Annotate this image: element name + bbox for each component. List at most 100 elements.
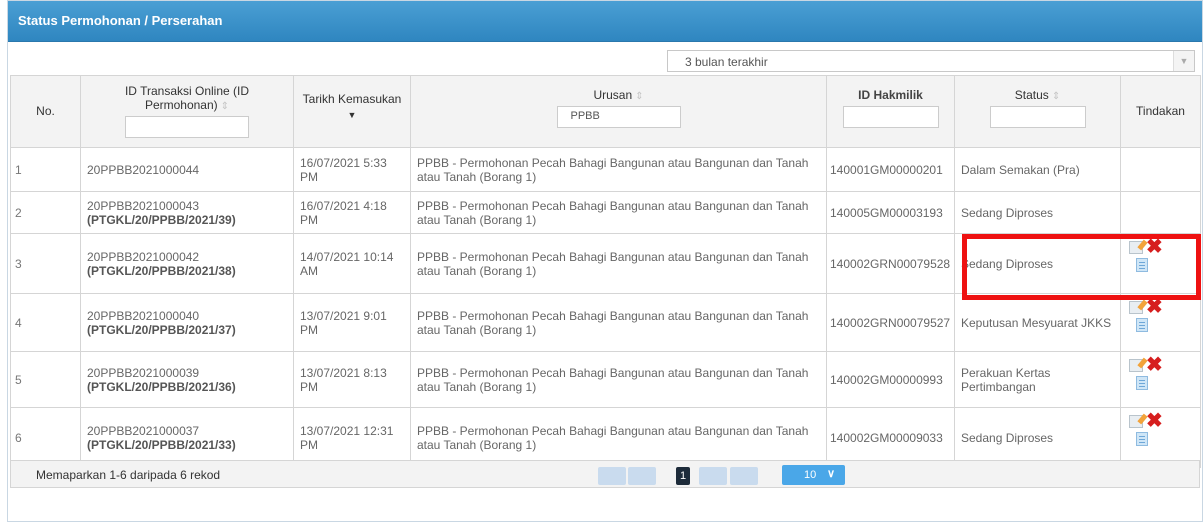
application-id: 20PPBB2021000043 <box>87 198 200 213</box>
delete-icon[interactable]: ✖ <box>1146 411 1163 431</box>
copy-icon[interactable] <box>1136 376 1148 390</box>
filter-urusan-input[interactable]: PPBB <box>556 106 681 128</box>
cell-no: 2 <box>10 191 81 234</box>
cell-hakmilik: 140005GM00003193 <box>826 191 955 234</box>
col-header-tindakan: Tindakan <box>1120 75 1201 148</box>
cell-no: 3 <box>10 233 81 294</box>
col-header-status-label: Status <box>1014 88 1049 102</box>
page-size-select[interactable]: 10 ∨ <box>782 465 845 485</box>
application-id: 20PPBB2021000044 <box>87 162 200 177</box>
col-header-hakmilik: ID Hakmilik <box>826 75 955 148</box>
edit-icon[interactable] <box>1129 359 1143 372</box>
reference-number: (PTGKL/20/PPBB/2021/38) <box>87 263 236 278</box>
col-header-no: No. <box>10 75 81 148</box>
cell-urusan: PPBB - Permohonan Pecah Bahagi Bangunan … <box>410 351 827 408</box>
application-id: 20PPBB2021000037 <box>87 423 200 438</box>
cell-no: 6 <box>10 407 81 468</box>
table-footer: Memaparkan 1-6 daripada 6 rekod 1 10 ∨ <box>10 460 1200 488</box>
cell-hakmilik: 140002GM00009033 <box>826 407 955 468</box>
delete-icon[interactable]: ✖ <box>1146 355 1163 375</box>
next-page-button[interactable] <box>699 467 727 485</box>
cell-urusan: PPBB - Permohonan Pecah Bahagi Bangunan … <box>410 407 827 468</box>
sort-desc-icon[interactable]: ▼ <box>295 110 409 120</box>
table-row: 4 20PPBB2021000040 (PTGKL/20/PPBB/2021/37)… <box>10 293 1201 352</box>
period-select[interactable]: 3 bulan terakhir ▼ <box>667 50 1195 72</box>
cell-no: 5 <box>10 351 81 408</box>
highlight-box <box>962 234 1201 300</box>
cell-id: 20PPBB2021000043 (PTGKL/20/PPBB/2021/39) <box>80 191 294 234</box>
col-header-id-label: ID Transaksi Online (ID Permohonan) <box>124 84 250 112</box>
cell-status: Keputusan Mesyuarat JKKS <box>954 293 1121 352</box>
cell-no: 1 <box>10 147 81 192</box>
cell-id: 20PPBB2021000042 (PTGKL/20/PPBB/2021/38) <box>80 233 294 294</box>
col-header-tarikh-label: Tarikh Kemasukan <box>302 92 402 106</box>
cell-tarikh: 16/07/2021 5:33 PM <box>293 147 411 192</box>
col-header-tarikh[interactable]: Tarikh Kemasukan ▼ <box>293 75 411 148</box>
sort-icon[interactable]: ⇕ <box>635 91 643 102</box>
cell-tarikh: 13/07/2021 9:01 PM <box>293 293 411 352</box>
cell-urusan: PPBB - Permohonan Pecah Bahagi Bangunan … <box>410 147 827 192</box>
prev-page-button[interactable] <box>628 467 656 485</box>
table-row: 2 20PPBB2021000043 (PTGKL/20/PPBB/2021/39)… <box>10 191 1201 234</box>
cell-id: 20PPBB2021000044 <box>80 147 294 192</box>
first-page-button[interactable] <box>598 467 626 485</box>
cell-urusan: PPBB - Permohonan Pecah Bahagi Bangunan … <box>410 191 827 234</box>
panel-title: Status Permohonan / Perserahan <box>8 1 1202 42</box>
cell-tarikh: 13/07/2021 8:13 PM <box>293 351 411 408</box>
last-page-button[interactable] <box>730 467 758 485</box>
col-header-id[interactable]: ID Transaksi Online (ID Permohonan) ⇕ <box>80 75 294 148</box>
cell-hakmilik: 140001GM00000201 <box>826 147 955 192</box>
cell-tarikh: 14/07/2021 10:14 AM <box>293 233 411 294</box>
cell-tindakan <box>1120 147 1201 192</box>
cell-tindakan: ✖ <box>1120 293 1201 352</box>
cell-id: 20PPBB2021000037 (PTGKL/20/PPBB/2021/33) <box>80 407 294 468</box>
cell-urusan: PPBB - Permohonan Pecah Bahagi Bangunan … <box>410 293 827 352</box>
edit-icon[interactable] <box>1129 415 1143 428</box>
filter-id-input[interactable] <box>125 116 249 138</box>
chevron-down-icon: ∨ <box>827 468 836 480</box>
page-size-value: 10 <box>804 469 817 481</box>
table-row: 6 20PPBB2021000037 (PTGKL/20/PPBB/2021/33)… <box>10 407 1201 468</box>
delete-icon[interactable]: ✖ <box>1146 297 1163 317</box>
current-page-button[interactable]: 1 <box>676 467 690 485</box>
application-id: 20PPBB2021000040 <box>87 308 200 323</box>
cell-hakmilik: 140002GRN00079528 <box>826 233 955 294</box>
cell-tarikh: 13/07/2021 12:31 PM <box>293 407 411 468</box>
col-header-urusan[interactable]: Urusan ⇕ PPBB <box>410 75 827 148</box>
cell-tarikh: 16/07/2021 4:18 PM <box>293 191 411 234</box>
cell-status: Sedang Diproses <box>954 407 1121 468</box>
cell-tindakan: ✖ <box>1120 351 1201 408</box>
cell-hakmilik: 140002GM00000993 <box>826 351 955 408</box>
cell-status: Sedang Diproses <box>954 191 1121 234</box>
col-header-status[interactable]: Status ⇕ <box>954 75 1121 148</box>
cell-status: Perakuan Kertas Pertimbangan <box>954 351 1121 408</box>
cell-hakmilik: 140002GRN00079527 <box>826 293 955 352</box>
table-row: 5 20PPBB2021000039 (PTGKL/20/PPBB/2021/36)… <box>10 351 1201 408</box>
period-select-value: 3 bulan terakhir <box>685 55 768 69</box>
edit-icon[interactable] <box>1129 301 1143 314</box>
cell-no: 4 <box>10 293 81 352</box>
filter-row: 3 bulan terakhir ▼ <box>8 42 1202 74</box>
table-row: 1 20PPBB2021000044 16/07/2021 5:33 PM PPBB … <box>10 147 1201 192</box>
cell-tindakan <box>1120 191 1201 234</box>
cell-tindakan: ✖ <box>1120 407 1201 468</box>
cell-status: Dalam Semakan (Pra) <box>954 147 1121 192</box>
col-header-hakmilik-label: ID Hakmilik <box>858 88 923 102</box>
cell-id: 20PPBB2021000040 (PTGKL/20/PPBB/2021/37) <box>80 293 294 352</box>
chevron-down-icon: ▼ <box>1173 51 1194 71</box>
filter-status-input[interactable] <box>989 106 1086 128</box>
application-id: 20PPBB2021000039 <box>87 365 200 380</box>
sort-icon[interactable]: ⇕ <box>221 101 229 112</box>
table-header-row: No. ID Transaksi Online (ID Permohonan) ⇕… <box>10 75 1201 148</box>
filter-hakmilik-input[interactable] <box>842 106 939 128</box>
reference-number: (PTGKL/20/PPBB/2021/39) <box>87 212 236 227</box>
reference-number: (PTGKL/20/PPBB/2021/33) <box>87 437 236 452</box>
application-id: 20PPBB2021000042 <box>87 249 200 264</box>
record-summary: Memaparkan 1-6 daripada 6 rekod <box>36 468 221 482</box>
copy-icon[interactable] <box>1136 432 1148 446</box>
copy-icon[interactable] <box>1136 318 1148 332</box>
col-header-urusan-label: Urusan <box>593 88 633 102</box>
sort-icon[interactable]: ⇕ <box>1052 91 1060 102</box>
reference-number: (PTGKL/20/PPBB/2021/36) <box>87 379 236 394</box>
cell-urusan: PPBB - Permohonan Pecah Bahagi Bangunan … <box>410 233 827 294</box>
